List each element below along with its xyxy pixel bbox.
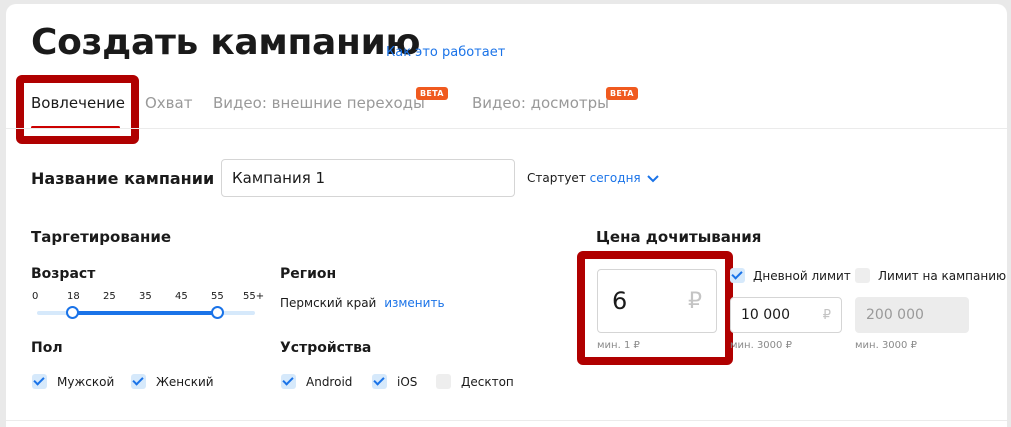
campaign-limit-value: 200 000 <box>866 307 924 323</box>
tab-reach[interactable]: Охват <box>145 94 192 112</box>
checkbox-daily-limit[interactable] <box>730 268 745 283</box>
campaign-name-input[interactable] <box>221 159 515 197</box>
age-tick: 25 <box>103 291 116 302</box>
age-label: Возраст <box>31 266 96 282</box>
checkbox-label: iOS <box>397 374 418 389</box>
device-desktop-option[interactable]: Десктоп <box>436 374 514 389</box>
price-title: Цена дочитывания <box>596 228 762 246</box>
checkbox-label: Лимит на кампанию <box>878 268 1007 283</box>
bottom-divider <box>6 420 1007 421</box>
checkbox-label: Android <box>306 374 353 389</box>
targeting-title: Таргетирование <box>31 228 172 246</box>
checkbox-label: Женский <box>156 374 214 389</box>
tab-label: Охват <box>145 94 193 112</box>
checkbox-label: Мужской <box>57 374 115 389</box>
checkbox-label: Дневной лимит <box>753 268 851 283</box>
checkbox-android[interactable] <box>281 374 296 389</box>
gender-male-option[interactable]: Мужской <box>32 374 114 389</box>
age-min-handle[interactable] <box>66 306 79 319</box>
checkbox-desktop[interactable] <box>436 374 451 389</box>
checkbox-label: Десктоп <box>461 374 514 389</box>
checkbox-female[interactable] <box>131 374 146 389</box>
campaign-limit-min-hint: мин. 3000 ₽ <box>855 340 917 351</box>
daily-limit-input[interactable]: 10 000 ₽ <box>730 297 842 333</box>
chevron-down-icon[interactable] <box>646 174 660 184</box>
age-max-handle[interactable] <box>211 306 224 319</box>
daily-limit-min-hint: мин. 3000 ₽ <box>730 340 792 351</box>
tab-label: Видео: досмотры <box>472 94 610 112</box>
gender-label: Пол <box>31 340 63 356</box>
device-ios-option[interactable]: iOS <box>372 374 417 389</box>
devices-label: Устройства <box>280 340 372 356</box>
how-it-works-link[interactable]: Как это работает <box>386 45 505 60</box>
ruble-icon: ₽ <box>822 307 831 323</box>
checkbox-male[interactable] <box>32 374 47 389</box>
campaign-limit-option[interactable]: Лимит на кампанию <box>855 268 1006 283</box>
daily-limit-value: 10 000 <box>741 307 790 323</box>
device-android-option[interactable]: Android <box>281 374 352 389</box>
age-tick: 18 <box>67 291 80 302</box>
beta-badge: BETA <box>606 87 638 100</box>
region-value: Пермский край <box>280 296 377 310</box>
gender-female-option[interactable]: Женский <box>131 374 214 389</box>
region-value-row: Пермский край изменить <box>280 296 445 310</box>
tab-label: Видео: внешние переходы <box>213 94 425 112</box>
campaign-limit-input[interactable]: 200 000 <box>855 297 969 333</box>
checkbox-campaign-limit[interactable] <box>855 268 870 283</box>
age-tick: 55+ <box>243 291 265 302</box>
daily-limit-option[interactable]: Дневной лимит <box>730 268 851 283</box>
tab-video-external[interactable]: Видео: внешние переходы <box>213 94 425 112</box>
checkbox-ios[interactable] <box>372 374 387 389</box>
tabs-divider <box>6 128 1007 129</box>
age-slider-range <box>73 311 218 315</box>
tab-video-views[interactable]: Видео: досмотры <box>472 94 609 112</box>
age-tick: 0 <box>32 291 39 302</box>
age-tick: 35 <box>139 291 152 302</box>
region-label: Регион <box>280 266 337 282</box>
campaign-name-label: Название кампании <box>31 169 215 188</box>
starts-label: Стартует <box>527 171 586 185</box>
page-title: Создать кампанию <box>31 22 421 63</box>
beta-badge: BETA <box>416 87 448 100</box>
age-tick: 45 <box>175 291 188 302</box>
campaign-card: Создать кампанию Как это работает Вовлеч… <box>6 4 1007 427</box>
price-highlight-frame <box>577 251 733 365</box>
start-date: Стартует сегодня <box>527 171 660 185</box>
region-change-link[interactable]: изменить <box>384 296 444 310</box>
tab-highlight-frame <box>16 75 139 144</box>
age-tick: 55 <box>211 291 224 302</box>
start-date-dropdown[interactable]: сегодня <box>590 171 641 185</box>
